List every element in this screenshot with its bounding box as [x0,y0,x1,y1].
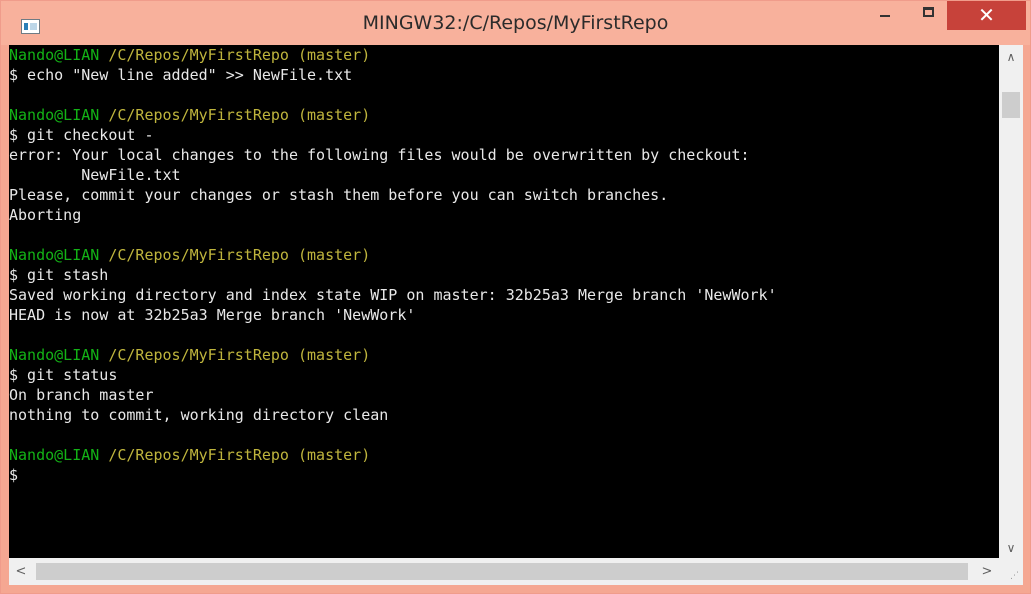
terminal-text: Saved working directory and index state … [9,286,777,304]
terminal-line: $ [9,465,999,485]
terminal-line: HEAD is now at 32b25a3 Merge branch 'New… [9,305,999,325]
horizontal-scrollbar[interactable]: < > [9,558,999,585]
minimize-button[interactable] [869,1,903,28]
terminal-line: $ git checkout - [9,125,999,145]
close-icon: ✕ [978,3,995,27]
terminal-line: error: Your local changes to the followi… [9,145,999,165]
prompt-path: /C/Repos/MyFirstRepo (master) [99,106,371,124]
resize-grip-icon: ⋰ [1010,571,1019,581]
terminal-text: On branch master [9,386,154,404]
terminal-line: $ git status [9,365,999,385]
vertical-scroll-thumb[interactable] [1002,92,1020,118]
prompt-path: /C/Repos/MyFirstRepo (master) [99,346,371,364]
terminal-text: Please, commit your changes or stash the… [9,186,669,204]
terminal-text: $ git stash [9,266,109,284]
terminal-line: Saved working directory and index state … [9,285,999,305]
terminal-text: NewFile.txt [9,166,181,184]
terminal-window: MINGW32:/C/Repos/MyFirstRepo ✕ Nando@LIA… [0,0,1031,594]
title-bar[interactable]: MINGW32:/C/Repos/MyFirstRepo ✕ [1,1,1030,45]
terminal-text: $ [9,466,19,484]
prompt-user: Nando@LIAN [9,106,100,124]
chevron-down-icon[interactable]: ∨ [999,538,1023,558]
terminal-line: Nando@LIAN /C/Repos/MyFirstRepo (master) [9,245,999,265]
prompt-path: /C/Repos/MyFirstRepo (master) [99,246,371,264]
terminal-text: error: Your local changes to the followi… [9,146,750,164]
terminal-line: NewFile.txt [9,165,999,185]
terminal-output[interactable]: Nando@LIAN /C/Repos/MyFirstRepo (master)… [9,45,999,558]
terminal-text: $ git status [9,366,118,384]
chevron-up-icon[interactable]: ∧ [999,47,1023,67]
terminal-line: Nando@LIAN /C/Repos/MyFirstRepo (master) [9,345,999,365]
close-button[interactable]: ✕ [947,1,1026,30]
horizontal-scroll-thumb[interactable] [36,563,968,580]
maximize-button[interactable] [912,1,946,28]
terminal-line: Nando@LIAN /C/Repos/MyFirstRepo (master) [9,45,999,65]
prompt-path: /C/Repos/MyFirstRepo (master) [99,446,371,464]
prompt-path: /C/Repos/MyFirstRepo (master) [99,46,371,64]
terminal-line: nothing to commit, working directory cle… [9,405,999,425]
prompt-user: Nando@LIAN [9,46,100,64]
terminal-text: HEAD is now at 32b25a3 Merge branch 'New… [9,306,416,324]
terminal-line: Aborting [9,205,999,225]
terminal-text: $ git checkout - [9,126,154,144]
terminal-line: Please, commit your changes or stash the… [9,185,999,205]
resize-grip[interactable]: ⋰ [999,558,1023,585]
prompt-user: Nando@LIAN [9,246,100,264]
terminal-line: On branch master [9,385,999,405]
terminal-line: Nando@LIAN /C/Repos/MyFirstRepo (master) [9,445,999,465]
chevron-right-icon[interactable]: > [975,558,999,585]
terminal-line: Nando@LIAN /C/Repos/MyFirstRepo (master) [9,105,999,125]
terminal-text: $ echo "New line added" >> NewFile.txt [9,66,353,84]
terminal-line: $ echo "New line added" >> NewFile.txt [9,65,999,85]
vertical-scrollbar[interactable]: ∧ ∨ [999,45,1023,558]
terminal-text: Aborting [9,206,82,224]
prompt-user: Nando@LIAN [9,346,100,364]
chevron-left-icon[interactable]: < [9,558,33,585]
prompt-user: Nando@LIAN [9,446,100,464]
terminal-line: $ git stash [9,265,999,285]
terminal-text: nothing to commit, working directory cle… [9,406,389,424]
